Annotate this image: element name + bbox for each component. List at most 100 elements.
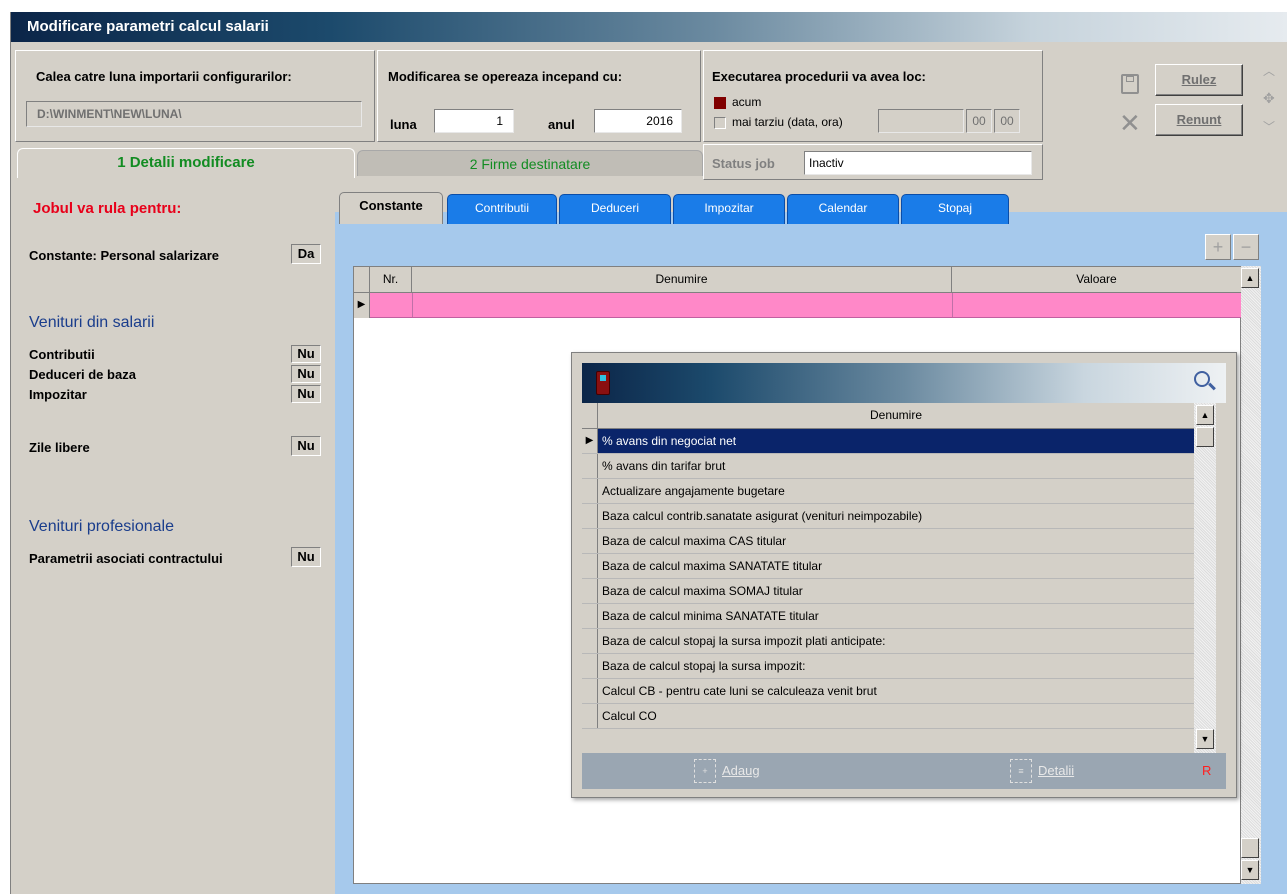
popup-col-denumire[interactable]: Denumire xyxy=(598,403,1194,429)
item-contributii-flag: Nu xyxy=(291,345,321,363)
run-button[interactable]: Rulez xyxy=(1155,64,1243,96)
job-heading: Jobul va rula pentru: xyxy=(33,200,182,217)
luna-label: luna xyxy=(390,117,417,132)
list-item-label: Baza calcul contrib.sanatate asigurat (v… xyxy=(602,509,923,523)
list-item-label: Calcul CB - pentru cate luni se calculea… xyxy=(602,684,877,698)
cancel-button[interactable]: Renunt xyxy=(1155,104,1243,136)
chevron-down-icon[interactable]: ﹀ xyxy=(1263,118,1275,135)
tab-firme[interactable]: 2 Firme destinatare xyxy=(357,150,703,176)
item-impozitar-label: Impozitar xyxy=(29,387,87,402)
tab-detalii[interactable]: 1 Detalii modificare xyxy=(17,148,355,178)
list-item[interactable]: Calcul CB - pentru cate luni se calculea… xyxy=(582,679,1194,704)
move-icon[interactable]: ✥ xyxy=(1263,90,1275,107)
scroll-thumb[interactable] xyxy=(1241,838,1259,858)
tab-deduceri[interactable]: Deduceri xyxy=(559,194,671,224)
constante-label: Constante: Personal salarizare xyxy=(29,248,220,263)
popup-indicator-head xyxy=(582,403,598,429)
add-row-icon[interactable]: + xyxy=(1205,234,1231,260)
list-item[interactable]: Baza de calcul maxima CAS titular xyxy=(582,529,1194,554)
remove-row-icon[interactable]: − xyxy=(1233,234,1259,260)
later-minute-input[interactable]: 00 xyxy=(994,109,1020,133)
luna-input[interactable]: 1 xyxy=(434,109,514,133)
list-item-label: Calcul CO xyxy=(602,709,657,723)
scissors-icon[interactable]: ✕ xyxy=(1119,110,1141,136)
list-item[interactable]: Baza de calcul stopaj la sursa impozit p… xyxy=(582,629,1194,654)
door-icon[interactable] xyxy=(596,371,610,395)
window-title: Modificare parametri calcul salarii xyxy=(11,12,1287,42)
status-group: Status job Inactiv xyxy=(703,144,1043,180)
config-path-label: Calea catre luna importarii configuraril… xyxy=(36,69,292,84)
list-item-label: % avans din tarifar brut xyxy=(602,459,726,473)
list-item-label: Baza de calcul stopaj la sursa impozit p… xyxy=(602,634,886,648)
table-row[interactable] xyxy=(370,293,1242,318)
details-icon[interactable]: ≡ xyxy=(1010,759,1032,783)
execution-label: Executarea procedurii va avea loc: xyxy=(712,69,926,84)
popup-titlebar xyxy=(582,363,1226,403)
item-deduceri-label: Deduceri de baza xyxy=(29,367,136,382)
list-item-label: Baza de calcul minima SANATATE titular xyxy=(602,609,819,623)
param-flag: Nu xyxy=(291,547,321,567)
lookup-popup: Denumire ▶ % avans din negociat net % av… xyxy=(571,352,1237,798)
list-item-label: Baza de calcul maxima SANATATE titular xyxy=(602,559,823,573)
list-item-label: Actualizare angajamente bugetare xyxy=(602,484,785,498)
list-item[interactable]: Calcul CO xyxy=(582,704,1194,729)
radio-later[interactable] xyxy=(714,117,726,129)
save-icon[interactable] xyxy=(1121,74,1139,94)
later-hour-input[interactable]: 00 xyxy=(966,109,992,133)
later-date-input[interactable] xyxy=(878,109,964,133)
tab-impozitar[interactable]: Impozitar xyxy=(673,194,785,224)
list-item-label: % avans din negociat net xyxy=(602,434,737,448)
config-path-group: Calea catre luna importarii configuraril… xyxy=(15,50,375,142)
anul-input[interactable]: 2016 xyxy=(594,109,682,133)
tab-constante[interactable]: Constante xyxy=(339,192,443,224)
list-item[interactable]: Baza de calcul maxima SANATATE titular xyxy=(582,554,1194,579)
radio-now[interactable] xyxy=(714,97,726,109)
row-indicator-icon: ▶ xyxy=(354,293,370,318)
tab-contributii[interactable]: Contributii xyxy=(447,194,557,224)
popup-scroll-up-icon[interactable]: ▲ xyxy=(1196,405,1214,425)
list-item[interactable]: Actualizare angajamente bugetare xyxy=(582,479,1194,504)
list-item[interactable]: % avans din tarifar brut xyxy=(582,454,1194,479)
grid-indicator-head xyxy=(354,267,370,293)
grid-col-denumire[interactable]: Denumire xyxy=(412,267,952,293)
status-label: Status job xyxy=(712,156,775,171)
list-item[interactable]: Baza de calcul minima SANATATE titular xyxy=(582,604,1194,629)
list-item[interactable]: Baza calcul contrib.sanatate asigurat (v… xyxy=(582,504,1194,529)
popup-scrollbar[interactable]: ▲ ▼ xyxy=(1194,403,1216,753)
start-label: Modificarea se opereaza incepand cu: xyxy=(388,69,623,84)
list-item[interactable]: ▶ % avans din negociat net xyxy=(582,429,1194,454)
grid-col-valoare[interactable]: Valoare xyxy=(952,267,1242,293)
search-icon[interactable] xyxy=(1194,371,1216,391)
details-button[interactable]: Detalii xyxy=(1038,763,1074,778)
constante-flag: Da xyxy=(291,244,321,264)
status-field: Inactiv xyxy=(804,151,1032,175)
add-button[interactable]: Adaug xyxy=(722,763,760,778)
add-icon[interactable]: + xyxy=(694,759,716,783)
list-item-label: Baza de calcul stopaj la sursa impozit: xyxy=(602,659,806,673)
chevron-up-icon[interactable]: ︿ xyxy=(1263,62,1275,79)
item-deduceri-flag: Nu xyxy=(291,365,321,383)
tab-calendar[interactable]: Calendar xyxy=(787,194,899,224)
section-profesionale: Venituri profesionale xyxy=(29,518,174,535)
radio-now-label: acum xyxy=(732,95,762,109)
list-item-label: Baza de calcul maxima SOMAJ titular xyxy=(602,584,803,598)
scroll-up-icon[interactable]: ▲ xyxy=(1241,268,1259,288)
popup-scroll-thumb[interactable] xyxy=(1196,427,1214,447)
zile-flag: Nu xyxy=(291,436,321,456)
popup-scroll-down-icon[interactable]: ▼ xyxy=(1196,729,1214,749)
zile-label: Zile libere xyxy=(29,440,90,455)
grid-col-nr[interactable]: Nr. xyxy=(370,267,412,293)
list-item[interactable]: Baza de calcul stopaj la sursa impozit: xyxy=(582,654,1194,679)
section-salarii: Venituri din salarii xyxy=(29,314,155,331)
item-impozitar-flag: Nu xyxy=(291,385,321,403)
list-item[interactable]: Baza de calcul maxima SOMAJ titular xyxy=(582,579,1194,604)
tab-stopaj[interactable]: Stopaj xyxy=(901,194,1009,224)
popup-footer: + Adaug ≡ Detalii R xyxy=(582,753,1226,789)
list-item-label: Baza de calcul maxima CAS titular xyxy=(602,534,787,548)
config-path-field[interactable]: D:\WINMENT\NEW\LUNA\ xyxy=(26,101,362,127)
r-label: R xyxy=(1202,763,1212,778)
grid-scrollbar[interactable]: ▲ ▼ xyxy=(1241,266,1261,884)
execution-group: Executarea procedurii va avea loc: acum … xyxy=(703,50,1043,142)
popup-list: Denumire ▶ % avans din negociat net % av… xyxy=(582,403,1194,753)
scroll-down-icon[interactable]: ▼ xyxy=(1241,860,1259,880)
